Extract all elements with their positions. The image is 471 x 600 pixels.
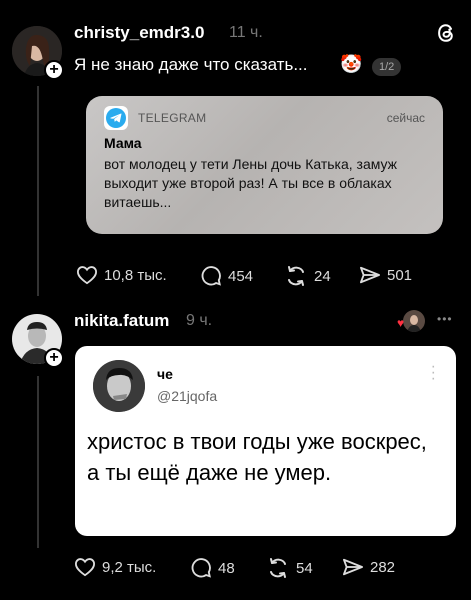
like-count-2: 9,2 тыс. (102, 558, 157, 576)
follow-plus-button[interactable]: + (44, 60, 64, 80)
share-button[interactable]: 501 (359, 265, 412, 285)
notification-time: сейчас (386, 111, 425, 125)
thread-line-2 (37, 376, 39, 548)
tweet-author-name: че (157, 366, 173, 382)
share-button-2[interactable]: 282 (342, 557, 395, 577)
liker-avatar[interactable] (403, 310, 425, 332)
repost-icon (270, 558, 286, 578)
send-icon (342, 558, 363, 576)
like-button-2[interactable]: 9,2 тыс. (74, 557, 156, 577)
comment-icon (191, 558, 211, 578)
comment-icon (201, 266, 221, 286)
heart-icon (74, 558, 96, 577)
post2-username[interactable]: nikita.fatum (74, 311, 169, 331)
comment-count: 454 (228, 267, 254, 285)
notification-app-name: TELEGRAM (138, 111, 207, 125)
tweet-text: христос в твои годы уже воскрес, а ты ещ… (87, 429, 427, 485)
carousel-badge: 1/2 (372, 58, 402, 76)
follow-plus-button-2[interactable]: + (44, 348, 64, 368)
post2-time: 9 ч. (186, 312, 213, 329)
comment-count-2: 48 (218, 559, 235, 577)
tweet-avatar (93, 360, 145, 412)
notification-message: вот молодец у тети Лены дочь Катька, зам… (104, 156, 398, 210)
heart-icon (76, 266, 98, 285)
thread-line (37, 86, 39, 296)
post1-text: Я не знаю даже что сказать... (74, 55, 308, 74)
comment-button-2[interactable]: 48 (190, 557, 235, 579)
repost-count: 24 (314, 267, 331, 285)
comment-button[interactable]: 454 (200, 265, 253, 287)
like-count: 10,8 тыс. (104, 266, 167, 284)
like-button[interactable]: 10,8 тыс. (76, 265, 167, 285)
notification-sender: Мама (104, 135, 142, 151)
quoted-tweet-card[interactable]: че @21jqofa · · · христос в твои годы уже … (75, 346, 456, 536)
post1-username[interactable]: christy_emdr3.0 (74, 23, 204, 43)
send-icon (359, 266, 380, 284)
more-options-icon[interactable]: ••• (437, 312, 453, 326)
repost-icon (288, 266, 304, 286)
share-count: 501 (387, 266, 413, 284)
tweet-author-handle: @21jqofa (157, 388, 218, 404)
tweet-more-icon: · · · (430, 358, 436, 387)
telegram-notification-card[interactable]: TELEGRAM сейчас Мама вот молодец у тети … (86, 96, 443, 234)
clown-emoji: 🤡 (340, 54, 363, 74)
share-count-2: 282 (370, 558, 396, 576)
post1-time: 11 ч. (229, 24, 263, 41)
repost-count-2: 54 (296, 559, 313, 577)
threads-logo-icon[interactable] (435, 22, 457, 49)
telegram-app-icon (104, 106, 128, 130)
repost-button-2[interactable]: 54 (266, 557, 313, 579)
repost-button[interactable]: 24 (284, 265, 331, 287)
liked-heart-icon: ♥ (397, 316, 405, 330)
